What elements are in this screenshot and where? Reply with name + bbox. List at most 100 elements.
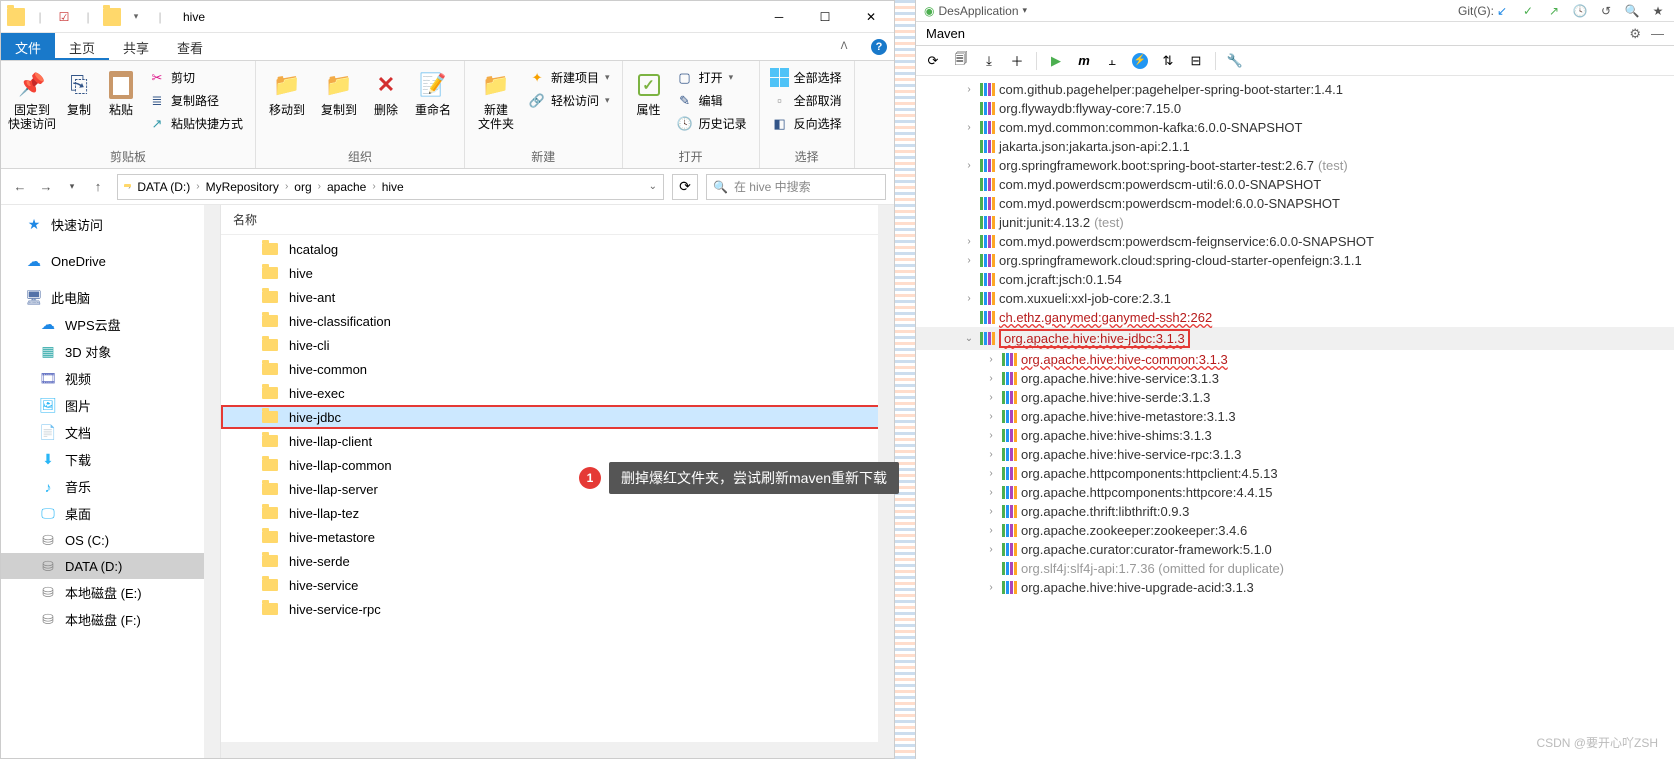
maven-tree-item[interactable]: com.myd.powerdscm:powerdscm-util:6.0.0-S…	[916, 175, 1674, 194]
file-row[interactable]: hive-cli	[221, 333, 894, 357]
navpane-scrollbar[interactable]	[204, 205, 220, 758]
maven-tree-item[interactable]: ›org.apache.httpcomponents:httpcore:4.4.…	[916, 483, 1674, 502]
chevron-icon[interactable]: ›	[984, 354, 998, 365]
file-row[interactable]: hive-jdbc	[221, 405, 894, 429]
git-update-icon[interactable]: ↙	[1494, 3, 1510, 19]
edit-button[interactable]: ✎编辑	[671, 90, 753, 111]
file-row[interactable]: hive-metastore	[221, 525, 894, 549]
chevron-icon[interactable]: ›	[962, 84, 976, 95]
move-to-button[interactable]: 📁移动到	[262, 65, 312, 117]
chevron-icon[interactable]: ›	[984, 411, 998, 422]
select-none-button[interactable]: ▫全部取消	[766, 90, 848, 111]
add-project-icon[interactable]: ＋	[1008, 52, 1026, 70]
maven-tree-item[interactable]: ›org.springframework.boot:spring-boot-st…	[916, 156, 1674, 175]
toggle-offline-icon[interactable]: ⫠	[1103, 52, 1121, 70]
file-row[interactable]: hive-llap-client	[221, 429, 894, 453]
maven-tree-item[interactable]: ›org.apache.hive:hive-service:3.1.3	[916, 369, 1674, 388]
git-commit-icon[interactable]: ✓	[1520, 3, 1536, 19]
breadcrumb-dropdown-icon[interactable]: ⌄	[649, 181, 657, 192]
skip-tests-icon[interactable]: ⚡	[1131, 52, 1149, 70]
collapse-all-icon[interactable]: ⊟	[1187, 52, 1205, 70]
gear-icon[interactable]: ⚙	[1629, 26, 1641, 42]
copy-path-button[interactable]: ≣复制路径	[143, 90, 249, 111]
nav-drive-f[interactable]: ⛁本地磁盘 (F:)	[1, 606, 220, 633]
chevron-icon[interactable]: ›	[962, 293, 976, 304]
nav-videos[interactable]: 🎞视频	[1, 365, 220, 392]
maven-tree-item[interactable]: ›org.apache.hive:hive-serde:3.1.3	[916, 388, 1674, 407]
maven-tree-item[interactable]: ›org.apache.thrift:libthrift:0.9.3	[916, 502, 1674, 521]
close-button[interactable]: ✕	[848, 1, 894, 33]
execute-goal-icon[interactable]: m	[1075, 52, 1093, 70]
copy-button[interactable]: ⎘ 复制	[59, 65, 99, 117]
file-row[interactable]: hive-service-rpc	[221, 597, 894, 621]
file-row[interactable]: hive	[221, 261, 894, 285]
easy-access-button[interactable]: 🔗轻松访问▾	[523, 90, 616, 111]
maven-tree-item[interactable]: com.myd.powerdscm:powerdscm-model:6.0.0-…	[916, 194, 1674, 213]
chevron-icon[interactable]: ›	[962, 160, 976, 171]
maven-settings-icon[interactable]: 🔧	[1226, 52, 1244, 70]
maven-tree-item[interactable]: org.slf4j:slf4j-api:1.7.36 (omitted for …	[916, 559, 1674, 578]
chevron-icon[interactable]: ›	[984, 506, 998, 517]
chevron-icon[interactable]: ›	[962, 122, 976, 133]
download-sources-icon[interactable]: ⤓	[980, 52, 998, 70]
chevron-icon[interactable]: ›	[984, 430, 998, 441]
view-tab[interactable]: 查看	[163, 33, 217, 60]
breadcrumb-item[interactable]: hive	[380, 180, 406, 194]
ide-settings-icon[interactable]: ★	[1650, 3, 1666, 19]
chevron-icon[interactable]: ⌄	[962, 333, 976, 344]
file-row[interactable]: hcatalog	[221, 237, 894, 261]
nav-drive-e[interactable]: ⛁本地磁盘 (E:)	[1, 579, 220, 606]
maximize-button[interactable]: ☐	[802, 1, 848, 33]
chevron-icon[interactable]: ›	[984, 392, 998, 403]
recent-dropdown[interactable]: ▾	[61, 176, 83, 198]
chevron-icon[interactable]: ›	[984, 525, 998, 536]
rename-button[interactable]: 📝重命名	[408, 65, 458, 117]
file-row[interactable]: hive-common	[221, 357, 894, 381]
open-button[interactable]: ▢打开▾	[671, 67, 753, 88]
maven-tree-item[interactable]: jakarta.json:jakarta.json-api:2.1.1	[916, 137, 1674, 156]
nav-drive-c[interactable]: ⛁OS (C:)	[1, 527, 220, 553]
chevron-icon[interactable]: ›	[984, 449, 998, 460]
file-row[interactable]: hive-service	[221, 573, 894, 597]
history-button[interactable]: 🕓历史记录	[671, 113, 753, 134]
maven-tree-item[interactable]: com.jcraft:jsch:0.1.54	[916, 270, 1674, 289]
file-tab[interactable]: 文件	[1, 33, 55, 60]
file-row[interactable]: hive-classification	[221, 309, 894, 333]
nav-music[interactable]: ♪音乐	[1, 473, 220, 500]
file-row[interactable]: hive-serde	[221, 549, 894, 573]
maven-tree-item[interactable]: ›org.apache.curator:curator-framework:5.…	[916, 540, 1674, 559]
reload-icon[interactable]: ⟳	[924, 52, 942, 70]
breadcrumb-item[interactable]: org	[292, 180, 313, 194]
pin-to-quick-access-button[interactable]: 📌 固定到 快速访问	[7, 65, 57, 131]
chevron-icon[interactable]: ›	[984, 468, 998, 479]
nav-3d-objects[interactable]: ▦3D 对象	[1, 338, 220, 365]
file-row[interactable]: hive-exec	[221, 381, 894, 405]
properties-button[interactable]: ✓属性	[629, 65, 669, 117]
qat-select-icon[interactable]: ☑	[55, 8, 73, 26]
forward-button[interactable]: →	[35, 176, 57, 198]
run-config-dropdown[interactable]: ◉DesApplication▾	[924, 4, 1027, 18]
nav-quick-access[interactable]: ★快速访问	[1, 211, 220, 238]
qat-dropdown-icon[interactable]: ▾	[127, 8, 145, 26]
chevron-icon[interactable]: ›	[984, 544, 998, 555]
nav-this-pc[interactable]: 🖥此电脑	[1, 284, 220, 311]
new-folder-button[interactable]: 📁新建 文件夹	[471, 65, 521, 131]
maven-tree-item[interactable]: ›org.apache.hive:hive-shims:3.1.3	[916, 426, 1674, 445]
breadcrumb-item[interactable]: apache	[325, 180, 368, 194]
maven-tree-item[interactable]: ›org.apache.zookeeper:zookeeper:3.4.6	[916, 521, 1674, 540]
nav-pictures[interactable]: 🖼图片	[1, 392, 220, 419]
maven-tree-item[interactable]: ›org.apache.hive:hive-service-rpc:3.1.3	[916, 445, 1674, 464]
nav-downloads[interactable]: ⬇下载	[1, 446, 220, 473]
nav-wps[interactable]: ☁WPS云盘	[1, 311, 220, 338]
search-icon[interactable]: 🔍	[1624, 3, 1640, 19]
breadcrumb-item[interactable]: MyRepository	[204, 180, 281, 194]
up-button[interactable]: ↑	[87, 176, 109, 198]
run-icon[interactable]: ▶	[1047, 52, 1065, 70]
nav-desktop[interactable]: 🖵桌面	[1, 500, 220, 527]
back-button[interactable]: ←	[9, 176, 31, 198]
cut-button[interactable]: ✂剪切	[143, 67, 249, 88]
refresh-button[interactable]: ⟳	[672, 174, 698, 200]
git-history-icon[interactable]: 🕓	[1572, 3, 1588, 19]
maven-tree-item[interactable]: org.flywaydb:flyway-core:7.15.0	[916, 99, 1674, 118]
maven-tree-item[interactable]: ›com.myd.common:common-kafka:6.0.0-SNAPS…	[916, 118, 1674, 137]
